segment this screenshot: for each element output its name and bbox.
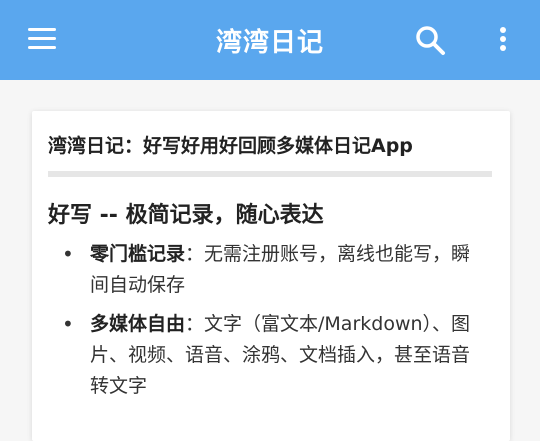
diary-card: 湾湾日记：好写好用好回顾多媒体日记App 好写 -- 极简记录，随心表达 • 零…: [32, 111, 510, 441]
feature-list: • 零门槛记录：无需注册账号，离线也能写，瞬间自动保存 • 多媒体自由：文字（富…: [48, 239, 478, 410]
feature-name: 零门槛记录: [90, 243, 186, 265]
bullet-icon: •: [62, 312, 74, 336]
app-title: 湾湾日记: [215, 28, 324, 58]
section-heading: 好写 -- 极简记录，随心表达: [48, 203, 324, 228]
bullet-icon: •: [62, 242, 74, 266]
feature-name: 多媒体自由: [90, 313, 186, 335]
divider: [48, 171, 492, 177]
search-icon[interactable]: [414, 24, 448, 58]
list-item: • 零门槛记录：无需注册账号，离线也能写，瞬间自动保存: [48, 239, 478, 301]
more-vert-icon[interactable]: [496, 24, 510, 58]
list-item: • 多媒体自由：文字（富文本/Markdown）、图片、视频、语音、涂鸦、文档插…: [48, 309, 478, 402]
article-title: 湾湾日记：好写好用好回顾多媒体日记App: [48, 135, 413, 157]
app-bar: 湾湾日记: [0, 0, 540, 80]
